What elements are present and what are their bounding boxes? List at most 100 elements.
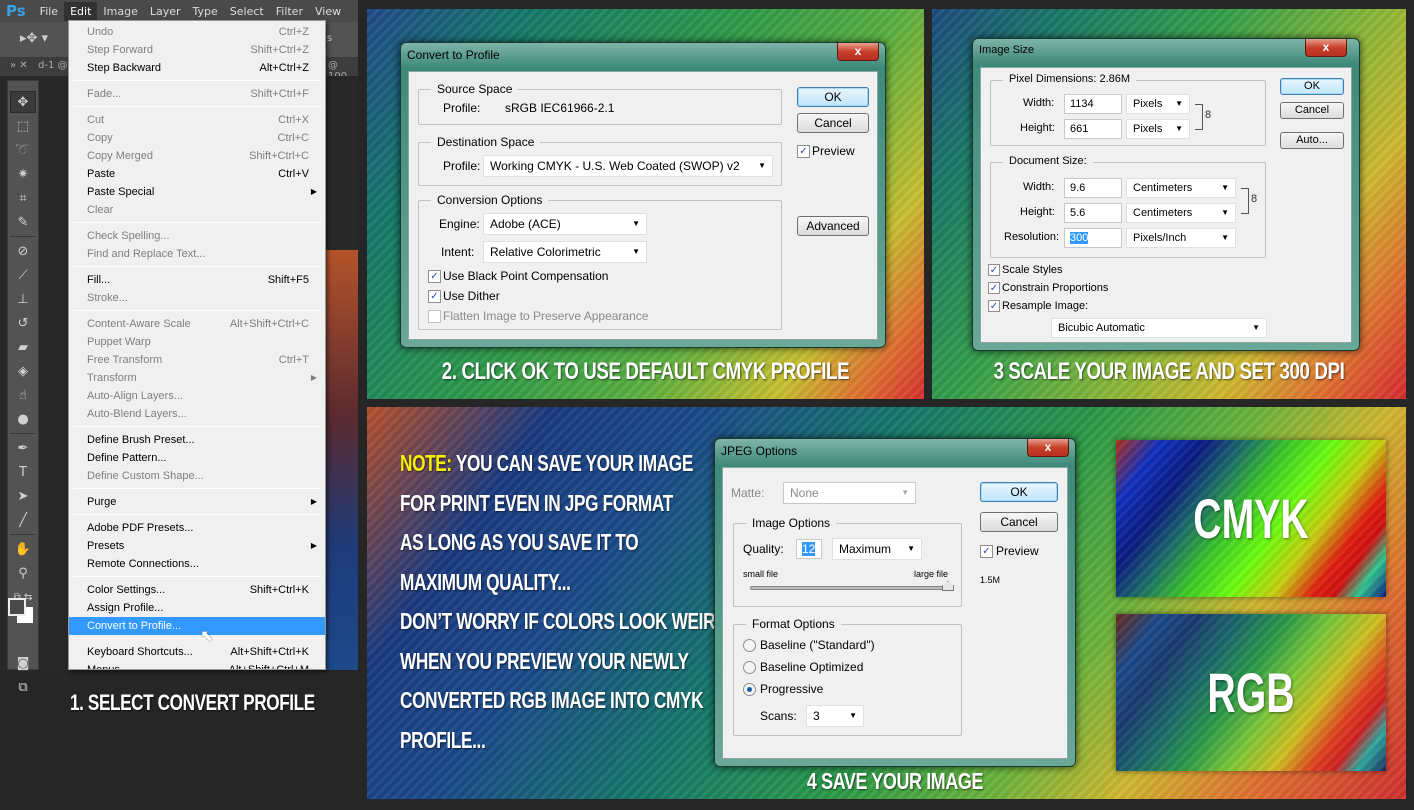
doc-height-unit-select[interactable]: Centimeters ▼	[1126, 203, 1236, 223]
menu-item-convert-to-profile[interactable]: Convert to Profile...	[69, 617, 325, 635]
panel-collapse-icon[interactable]: » ✕	[10, 60, 28, 71]
cancel-button[interactable]: Cancel	[1280, 102, 1344, 119]
pixel-height-input[interactable]: 661	[1064, 119, 1122, 139]
ok-button[interactable]: OK	[1280, 78, 1344, 95]
intent-select[interactable]: Relative Colorimetric ▼	[483, 241, 647, 263]
menu-item-auto-align-layers[interactable]: Auto-Align Layers...	[69, 387, 325, 405]
lasso-tool-icon[interactable]: ➰	[10, 139, 36, 161]
marquee-tool-icon[interactable]: ⬚	[10, 115, 36, 137]
line-tool-icon[interactable]: ╱	[10, 509, 36, 531]
quality-preset-select[interactable]: Maximum ▼	[832, 538, 922, 560]
eyedropper-tool-icon[interactable]: ✎	[10, 211, 36, 233]
constrain-proportions-checkbox[interactable]: ✓	[988, 282, 1000, 294]
menu-item-puppet-warp[interactable]: Puppet Warp	[69, 333, 325, 351]
resolution-input[interactable]: 300	[1064, 228, 1122, 248]
quality-slider-thumb[interactable]	[942, 581, 954, 591]
history-brush-tool-icon[interactable]: ↺	[10, 312, 36, 334]
cancel-button[interactable]: Cancel	[980, 512, 1058, 532]
menu-type[interactable]: Type	[187, 2, 224, 21]
screen-mode-icon[interactable]: ⧉	[10, 676, 36, 698]
close-icon[interactable]: x	[1305, 39, 1347, 57]
menu-view[interactable]: View	[309, 2, 347, 21]
menu-item-undo[interactable]: Undo Ctrl+Z	[69, 23, 325, 41]
move-tool-preset-icon[interactable]: ▸✥ ▾	[20, 31, 48, 46]
menu-item-define-custom-shape[interactable]: Define Custom Shape...	[69, 467, 325, 485]
quality-input[interactable]: 12	[796, 539, 822, 559]
flatten-checkbox[interactable]	[428, 310, 441, 323]
destination-profile-select[interactable]: Working CMYK - U.S. Web Coated (SWOP) v2…	[483, 155, 773, 177]
resample-checkbox[interactable]: ✓	[988, 300, 1000, 312]
menu-item-menus[interactable]: Menus... Alt+Shift+Ctrl+M	[69, 661, 325, 669]
zoom-tool-icon[interactable]: ⚲	[10, 562, 36, 584]
menu-item-paste[interactable]: Paste Ctrl+V	[69, 165, 325, 183]
doc-height-input[interactable]: 5.6	[1064, 203, 1122, 223]
preview-checkbox[interactable]: ✓	[797, 145, 810, 158]
ok-button[interactable]: OK	[797, 87, 869, 107]
menu-item-define-brush-preset[interactable]: Define Brush Preset...	[69, 431, 325, 449]
healing-brush-tool-icon[interactable]: ⊘	[10, 240, 36, 262]
doc-width-input[interactable]: 9.6	[1064, 178, 1122, 198]
foreground-color-swatch[interactable]	[8, 598, 26, 616]
menu-item-assign-profile[interactable]: Assign Profile...	[69, 599, 325, 617]
resample-method-select[interactable]: Bicubic Automatic ▼	[1051, 318, 1267, 338]
paint-bucket-tool-icon[interactable]: ◈	[10, 360, 36, 382]
menu-item-step-backward[interactable]: Step Backward Alt+Ctrl+Z	[69, 59, 325, 77]
menu-item-color-settings[interactable]: Color Settings... Shift+Ctrl+K	[69, 581, 325, 599]
hand-tool-icon[interactable]: ✋	[10, 538, 36, 560]
type-tool-icon[interactable]: T	[10, 461, 36, 483]
eraser-tool-icon[interactable]: ▰	[10, 336, 36, 358]
pixel-width-unit-select[interactable]: Pixels ▼	[1126, 94, 1190, 114]
menu-item-check-spelling[interactable]: Check Spelling...	[69, 227, 325, 245]
menu-item-step-forward[interactable]: Step Forward Shift+Ctrl+Z	[69, 41, 325, 59]
menu-item-cut[interactable]: Cut Ctrl+X	[69, 111, 325, 129]
menu-edit[interactable]: Edit	[64, 1, 98, 21]
menu-item-content-aware-scale[interactable]: Content-Aware Scale Alt+Shift+Ctrl+C	[69, 315, 325, 333]
menu-image[interactable]: Image	[97, 2, 143, 21]
menu-item-adobe-pdf-presets[interactable]: Adobe PDF Presets...	[69, 519, 325, 537]
advanced-button[interactable]: Advanced	[797, 216, 869, 236]
cancel-button[interactable]: Cancel	[797, 113, 869, 133]
preview-checkbox[interactable]: ✓	[980, 545, 993, 558]
menu-item-stroke[interactable]: Stroke...	[69, 289, 325, 307]
matte-select[interactable]: None ▼	[783, 482, 916, 504]
menu-item-auto-blend-layers[interactable]: Auto-Blend Layers...	[69, 405, 325, 423]
auto-button[interactable]: Auto...	[1280, 132, 1344, 149]
move-tool-icon[interactable]: ✥	[10, 91, 36, 113]
close-icon[interactable]: x	[1027, 439, 1069, 457]
menu-item-define-pattern[interactable]: Define Pattern...	[69, 449, 325, 467]
magic-wand-tool-icon[interactable]: ✷	[10, 163, 36, 185]
menu-filter[interactable]: Filter	[270, 2, 309, 21]
menu-file[interactable]: File	[34, 2, 64, 21]
menu-select[interactable]: Select	[224, 2, 270, 21]
brush-tool-icon[interactable]: ⟋	[10, 264, 36, 286]
scans-select[interactable]: 3 ▼	[806, 705, 864, 727]
menu-item-remote-connections[interactable]: Remote Connections...	[69, 555, 325, 573]
black-point-checkbox[interactable]: ✓	[428, 270, 441, 283]
close-icon[interactable]: x	[837, 43, 879, 61]
doc-width-unit-select[interactable]: Centimeters ▼	[1126, 178, 1236, 198]
scale-styles-checkbox[interactable]: ✓	[988, 264, 1000, 276]
pixel-height-unit-select[interactable]: Pixels ▼	[1126, 119, 1190, 139]
menu-item-free-transform[interactable]: Free Transform Ctrl+T	[69, 351, 325, 369]
menu-item-copy[interactable]: Copy Ctrl+C	[69, 129, 325, 147]
path-selection-tool-icon[interactable]: ➤	[10, 485, 36, 507]
menu-item-keyboard-shortcuts[interactable]: Keyboard Shortcuts... Alt+Shift+Ctrl+K	[69, 643, 325, 661]
menu-item-fade[interactable]: Fade... Shift+Ctrl+F	[69, 85, 325, 103]
menu-layer[interactable]: Layer	[144, 2, 187, 21]
crop-tool-icon[interactable]: ⌗	[10, 187, 36, 209]
menu-item-clear[interactable]: Clear	[69, 201, 325, 219]
clone-stamp-tool-icon[interactable]: ⊥	[10, 288, 36, 310]
baseline-standard-radio[interactable]	[743, 639, 756, 652]
menu-item-fill[interactable]: Fill... Shift+F5	[69, 271, 325, 289]
menu-item-copy-merged[interactable]: Copy Merged Shift+Ctrl+C	[69, 147, 325, 165]
ok-button[interactable]: OK	[980, 482, 1058, 502]
pen-tool-icon[interactable]: ✒	[10, 437, 36, 459]
baseline-optimized-radio[interactable]	[743, 661, 756, 674]
dither-checkbox[interactable]: ✓	[428, 290, 441, 303]
quick-mask-icon[interactable]: ◙	[10, 652, 36, 674]
resolution-unit-select[interactable]: Pixels/Inch ▼	[1126, 228, 1236, 248]
smudge-tool-icon[interactable]: ☝	[10, 384, 36, 406]
menu-item-presets[interactable]: Presets ▶	[69, 537, 325, 555]
menu-item-paste-special[interactable]: Paste Special ▶	[69, 183, 325, 201]
quality-slider[interactable]	[750, 586, 948, 590]
